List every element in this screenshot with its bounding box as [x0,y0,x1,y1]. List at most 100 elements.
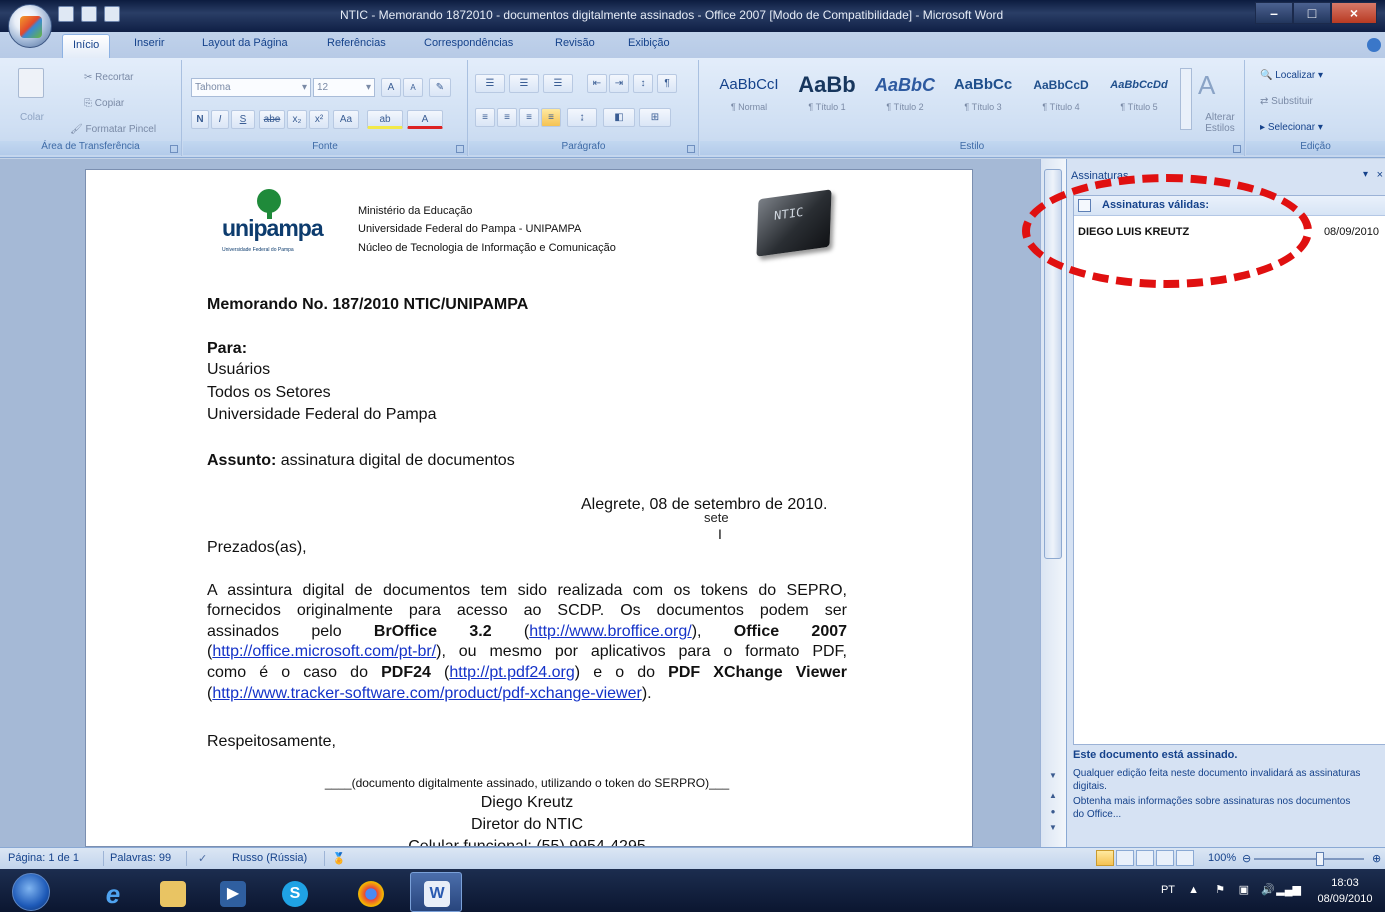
office-button[interactable] [8,4,52,48]
signed-document-icon[interactable]: 🏅 [332,852,346,865]
style-normal[interactable]: AaBbCcI ¶ Normal [710,68,788,130]
help-icon[interactable] [1367,38,1381,52]
language-bar[interactable]: PT [1161,884,1175,896]
browse-object-icon[interactable]: ● [1048,807,1058,816]
tab-exibicao[interactable]: Exibição [628,37,670,49]
redo-icon[interactable] [104,6,121,22]
bullets-icon[interactable]: ☰ [475,74,505,93]
tab-inserir[interactable]: Inserir [134,37,165,49]
next-page-icon[interactable]: ▼ [1048,823,1058,832]
tab-layout[interactable]: Layout da Página [202,37,288,49]
pdf24-link[interactable]: http://pt.pdf24.org [449,664,574,681]
style-titulo-1[interactable]: AaBb ¶ Título 1 [788,68,866,130]
find-button[interactable]: 🔍 Localizar ▾ [1260,70,1323,81]
paragraph-launcher-icon[interactable] [687,145,695,153]
broffice-link[interactable]: http://www.broffice.org/ [529,623,691,640]
windows-explorer-icon[interactable] [146,872,198,912]
increase-indent-icon[interactable]: ⇥ [609,74,629,93]
zoom-in-icon[interactable]: ⊕ [1372,852,1381,865]
styles-launcher-icon[interactable] [1233,145,1241,153]
clear-format-icon[interactable]: ✎ [429,78,451,97]
draft-icon[interactable] [1176,850,1194,866]
tab-revisao[interactable]: Revisão [555,37,595,49]
office-link[interactable]: http://office.microsoft.com/pt-br/ [212,643,436,660]
minimize-button[interactable]: – [1255,2,1293,24]
sort-icon[interactable]: ↕ [633,74,653,93]
multilevel-list-icon[interactable]: ☰ [543,74,573,93]
align-right-icon[interactable]: ≡ [519,108,539,127]
align-left-icon[interactable]: ≡ [475,108,495,127]
paste-icon[interactable] [18,68,44,98]
align-center-icon[interactable]: ≡ [497,108,517,127]
close-button[interactable]: × [1331,2,1377,24]
font-name-select[interactable]: Tahoma ▾ [191,78,311,97]
clock-time[interactable]: 18:03 [1315,877,1375,889]
underline-button[interactable]: S [231,110,255,129]
shrink-font-button[interactable]: A [403,78,423,97]
zoom-slider[interactable] [1254,858,1364,860]
word-icon[interactable]: W [410,872,462,912]
word-count[interactable]: Palavras: 99 [110,852,171,864]
signal-icon[interactable]: ▂▄▆ [1276,883,1301,896]
pdfxchange-link[interactable]: http://www.tracker-software.com/product/… [212,685,642,702]
clipboard-launcher-icon[interactable] [170,145,178,153]
change-case-button[interactable]: Aa [333,110,359,129]
skype-icon[interactable]: S [268,872,320,912]
scroll-down-icon[interactable]: ▼ [1048,771,1058,780]
decrease-indent-icon[interactable]: ⇤ [587,74,607,93]
page-count[interactable]: Página: 1 de 1 [8,852,79,864]
style-titulo-2[interactable]: AaBbC ¶ Título 2 [866,68,944,130]
media-player-icon[interactable]: ▶ [206,872,258,912]
borders-icon[interactable]: ⊞ [639,108,671,127]
maximize-button[interactable]: □ [1293,2,1331,24]
cut-button[interactable]: ✂ Recortar [84,72,134,83]
format-painter-button[interactable]: 🖌 Formatar Pincel [70,124,156,135]
font-launcher-icon[interactable] [456,145,464,153]
language-indicator[interactable]: Russo (Rússia) [232,852,307,864]
strikethrough-button[interactable]: abe [259,110,285,129]
volume-icon[interactable]: 🔊 [1261,883,1275,896]
styles-scroll[interactable] [1180,68,1192,130]
numbering-icon[interactable]: ☰ [509,74,539,93]
undo-icon[interactable] [81,6,98,22]
paste-button[interactable]: Colar [20,112,44,123]
prev-page-icon[interactable]: ▲ [1048,791,1058,800]
autocomplete-tooltip[interactable]: sete [704,510,729,525]
tab-inicio[interactable]: Início [62,34,111,58]
print-layout-icon[interactable] [1096,850,1114,866]
network-icon[interactable]: ▣ [1239,883,1249,896]
copy-button[interactable]: ⎘ Copiar [84,98,124,109]
zoom-level[interactable]: 100% [1208,852,1236,864]
shading-icon[interactable]: ◧ [603,108,635,127]
style-titulo-4[interactable]: AaBbCcD ¶ Título 4 [1022,68,1100,130]
font-color-button[interactable]: A [407,110,443,129]
tab-referencias[interactable]: Referências [327,37,386,49]
style-titulo-3[interactable]: AaBbCc ¶ Título 3 [944,68,1022,130]
justify-icon[interactable]: ≡ [541,108,561,127]
more-info-link[interactable]: Obtenha mais informações sobre assinatur… [1073,795,1363,821]
tab-correspondencias[interactable]: Correspondências [424,37,513,49]
web-layout-icon[interactable] [1136,850,1154,866]
internet-explorer-icon[interactable]: e [86,872,138,912]
highlight-button[interactable]: ab [367,110,403,129]
style-titulo-5[interactable]: AaBbCcDd ¶ Título 5 [1100,68,1178,130]
spell-check-icon[interactable]: ✓ [198,852,207,865]
bold-button[interactable]: N [191,110,209,129]
document-page[interactable]: unipampa Universidade Federal do Pampa M… [85,169,973,847]
outline-icon[interactable] [1156,850,1174,866]
line-spacing-icon[interactable]: ↨ [567,108,597,127]
pane-menu-icon[interactable]: ▾ [1363,169,1368,180]
zoom-out-icon[interactable]: ⊖ [1242,852,1251,865]
superscript-button[interactable]: x² [309,110,329,129]
grow-font-button[interactable]: A [381,78,401,97]
save-icon[interactable] [58,6,74,22]
chrome-icon[interactable] [344,872,396,912]
font-size-select[interactable]: 12 ▾ [313,78,375,97]
start-button[interactable] [12,873,50,911]
zoom-slider-thumb[interactable] [1316,852,1324,866]
italic-button[interactable]: I [211,110,229,129]
clock-date[interactable]: 08/09/2010 [1315,893,1375,905]
show-hidden-icons-icon[interactable]: ▲ [1188,884,1199,896]
select-button[interactable]: ▸ Selecionar ▾ [1260,122,1323,133]
full-screen-reading-icon[interactable] [1116,850,1134,866]
